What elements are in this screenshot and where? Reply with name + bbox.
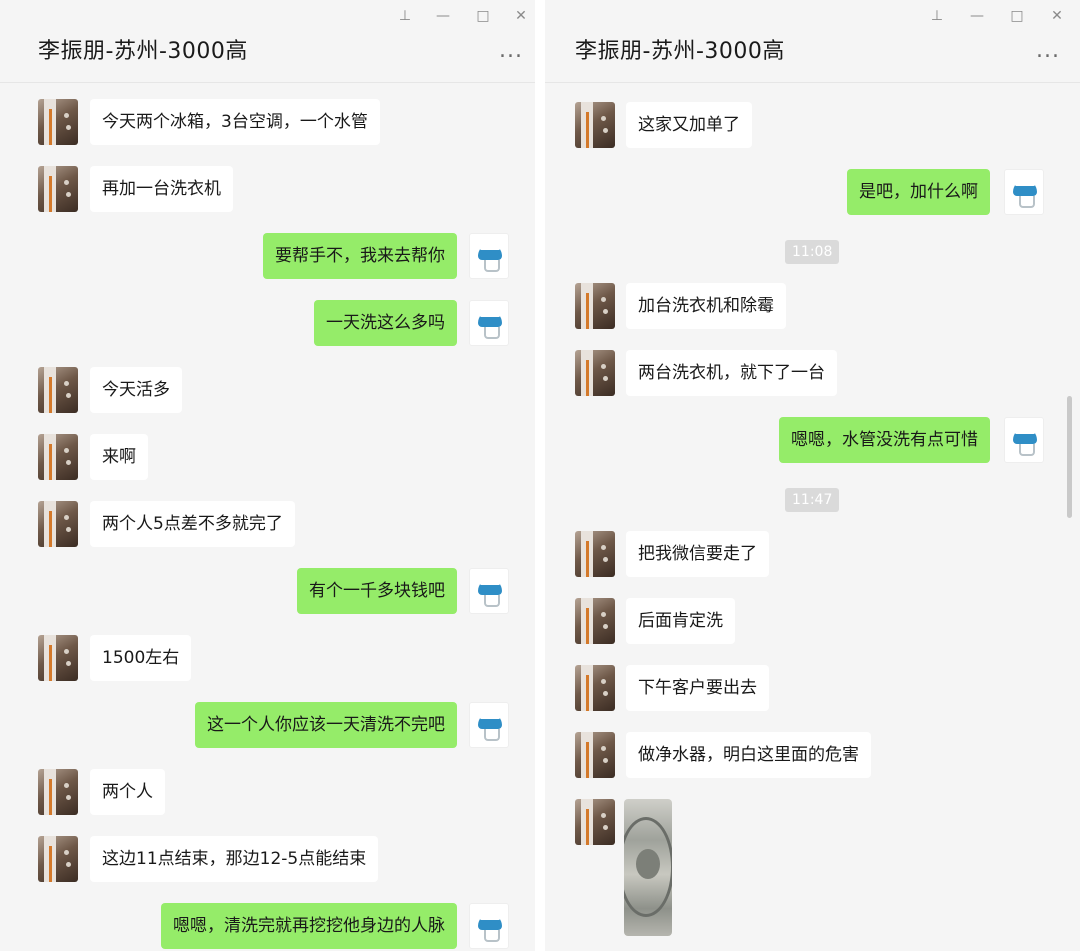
sent-message: 这一个人你应该一天清洗不完吧 bbox=[0, 702, 535, 750]
contact-avatar[interactable] bbox=[38, 501, 78, 547]
maximize-icon[interactable]: □ bbox=[1009, 8, 1025, 24]
timestamp: 11:08 bbox=[785, 240, 840, 264]
contact-avatar[interactable] bbox=[38, 166, 78, 212]
message-bubble[interactable]: 把我微信要走了 bbox=[626, 531, 769, 577]
received-message bbox=[545, 799, 1080, 936]
close-icon[interactable]: ✕ bbox=[1049, 8, 1065, 24]
pin-icon[interactable]: ⊥ bbox=[929, 8, 945, 24]
message-bubble[interactable]: 做净水器，明白这里面的危害 bbox=[626, 732, 871, 778]
contact-avatar[interactable] bbox=[38, 99, 78, 145]
received-message: 两个人 bbox=[0, 769, 535, 817]
received-message: 下午客户要出去 bbox=[545, 665, 1080, 713]
message-bubble[interactable]: 一天洗这么多吗 bbox=[314, 300, 457, 346]
message-bubble[interactable]: 后面肯定洗 bbox=[626, 598, 735, 644]
message-bubble[interactable]: 两台洗衣机，就下了一台 bbox=[626, 350, 837, 396]
message-bubble[interactable]: 加台洗衣机和除霉 bbox=[626, 283, 786, 329]
more-options-icon[interactable]: ... bbox=[1036, 38, 1060, 63]
timestamp: 11:47 bbox=[785, 488, 840, 512]
photo-message[interactable] bbox=[624, 799, 672, 936]
received-message: 这边11点结束，那边12-5点能结束 bbox=[0, 836, 535, 884]
received-message: 再加一台洗衣机 bbox=[0, 166, 535, 214]
sent-message: 是吧，加什么啊 bbox=[545, 169, 1080, 217]
scrollbar[interactable] bbox=[1067, 396, 1072, 518]
message-bubble[interactable]: 两个人5点差不多就完了 bbox=[90, 501, 295, 547]
minimize-icon[interactable]: — bbox=[435, 8, 451, 24]
chat-window-right: 李振朋-苏州-3000高 ⊥ — □ ✕ ... 这家又加单了是吧，加什么啊 11… bbox=[545, 0, 1080, 951]
received-message: 1500左右 bbox=[0, 635, 535, 683]
message-bubble[interactable]: 两个人 bbox=[90, 769, 165, 815]
received-message: 加台洗衣机和除霉 bbox=[545, 283, 1080, 331]
message-bubble[interactable]: 嗯嗯，水管没洗有点可惜 bbox=[779, 417, 990, 463]
contact-avatar[interactable] bbox=[38, 367, 78, 413]
received-message: 做净水器，明白这里面的危害 bbox=[545, 732, 1080, 780]
minimize-icon[interactable]: — bbox=[969, 8, 985, 24]
received-message: 两个人5点差不多就完了 bbox=[0, 501, 535, 549]
message-bubble[interactable]: 来啊 bbox=[90, 434, 148, 480]
contact-avatar[interactable] bbox=[38, 769, 78, 815]
message-bubble[interactable]: 这边11点结束，那边12-5点能结束 bbox=[90, 836, 379, 882]
contact-avatar[interactable] bbox=[575, 283, 615, 329]
sent-message: 要帮手不，我来去帮你 bbox=[0, 233, 535, 281]
received-message: 把我微信要走了 bbox=[545, 531, 1080, 579]
contact-avatar[interactable] bbox=[575, 350, 615, 396]
my-avatar[interactable] bbox=[469, 702, 509, 748]
received-message: 来啊 bbox=[0, 434, 535, 482]
my-avatar[interactable] bbox=[1004, 169, 1044, 215]
contact-avatar[interactable] bbox=[575, 102, 615, 148]
contact-avatar[interactable] bbox=[38, 836, 78, 882]
sent-message: 嗯嗯，清洗完就再挖挖他身边的人脉 bbox=[0, 903, 535, 951]
message-bubble[interactable]: 要帮手不，我来去帮你 bbox=[263, 233, 457, 279]
chat-title: 李振朋-苏州-3000高 bbox=[38, 39, 248, 64]
chat-title: 李振朋-苏州-3000高 bbox=[575, 39, 785, 64]
sent-message: 有个一千多块钱吧 bbox=[0, 568, 535, 616]
my-avatar[interactable] bbox=[469, 300, 509, 346]
contact-avatar[interactable] bbox=[575, 665, 615, 711]
sent-message: 嗯嗯，水管没洗有点可惜 bbox=[545, 417, 1080, 465]
message-bubble[interactable]: 1500左右 bbox=[90, 635, 192, 681]
contact-avatar[interactable] bbox=[575, 531, 615, 577]
received-message: 两台洗衣机，就下了一台 bbox=[545, 350, 1080, 398]
sent-message: 一天洗这么多吗 bbox=[0, 300, 535, 348]
received-message: 后面肯定洗 bbox=[545, 598, 1080, 646]
message-bubble[interactable]: 下午客户要出去 bbox=[626, 665, 769, 711]
close-icon[interactable]: ✕ bbox=[513, 8, 529, 24]
message-bubble[interactable]: 今天两个冰箱，3台空调，一个水管 bbox=[90, 99, 380, 145]
title-bar: 李振朋-苏州-3000高 ⊥ — □ ✕ ... bbox=[0, 0, 535, 83]
my-avatar[interactable] bbox=[469, 568, 509, 614]
chat-window-left: 李振朋-苏州-3000高 ⊥ — □ ✕ ... 今天两个冰箱，3台空调，一个水… bbox=[0, 0, 535, 951]
contact-avatar[interactable] bbox=[38, 635, 78, 681]
maximize-icon[interactable]: □ bbox=[475, 8, 491, 24]
my-avatar[interactable] bbox=[469, 233, 509, 279]
message-bubble[interactable]: 今天活多 bbox=[90, 367, 182, 413]
message-bubble[interactable]: 嗯嗯，清洗完就再挖挖他身边的人脉 bbox=[161, 903, 457, 949]
pin-icon[interactable]: ⊥ bbox=[397, 8, 413, 24]
my-avatar[interactable] bbox=[1004, 417, 1044, 463]
received-message: 今天活多 bbox=[0, 367, 535, 415]
contact-avatar[interactable] bbox=[575, 799, 615, 845]
message-bubble[interactable]: 再加一台洗衣机 bbox=[90, 166, 233, 212]
message-bubble[interactable]: 这家又加单了 bbox=[626, 102, 752, 148]
message-bubble[interactable]: 有个一千多块钱吧 bbox=[297, 568, 457, 614]
received-message: 这家又加单了 bbox=[545, 102, 1080, 150]
received-message: 今天两个冰箱，3台空调，一个水管 bbox=[0, 99, 535, 147]
contact-avatar[interactable] bbox=[575, 598, 615, 644]
title-bar: 李振朋-苏州-3000高 ⊥ — □ ✕ ... bbox=[545, 0, 1080, 83]
contact-avatar[interactable] bbox=[38, 434, 78, 480]
contact-avatar[interactable] bbox=[575, 732, 615, 778]
more-options-icon[interactable]: ... bbox=[499, 38, 523, 63]
my-avatar[interactable] bbox=[469, 903, 509, 949]
pane-divider bbox=[535, 0, 545, 951]
message-bubble[interactable]: 这一个人你应该一天清洗不完吧 bbox=[195, 702, 457, 748]
message-bubble[interactable]: 是吧，加什么啊 bbox=[847, 169, 990, 215]
